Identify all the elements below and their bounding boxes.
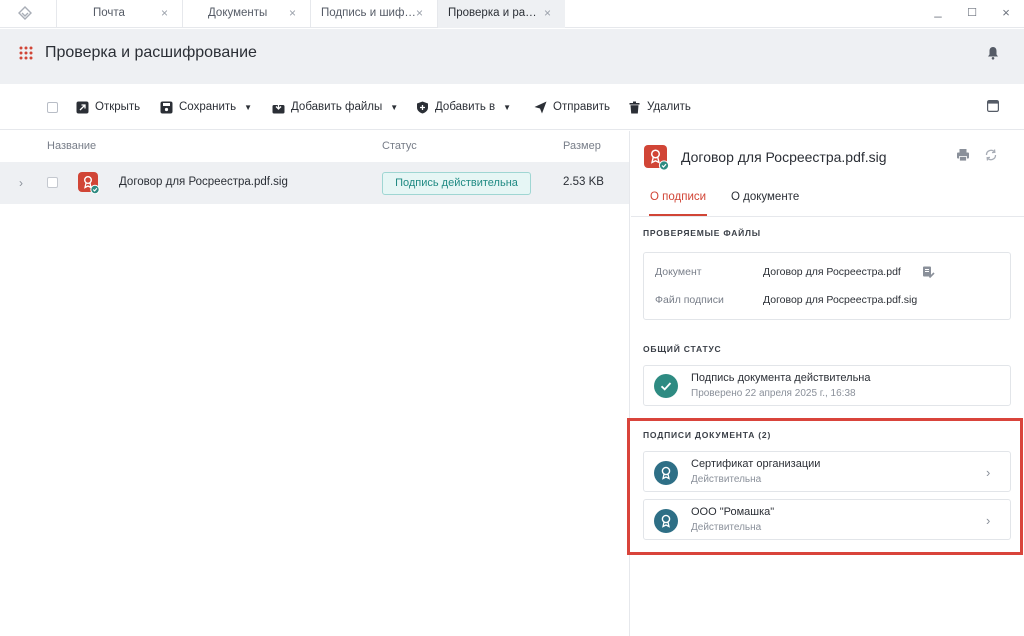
open-button[interactable]: Открыть <box>76 99 140 115</box>
column-header-size[interactable]: Размер <box>563 140 601 152</box>
add-to-icon <box>417 101 428 113</box>
document-label: Документ <box>655 266 702 278</box>
signature-name: ООО "Ромашка" <box>691 506 775 518</box>
save-label: Сохранить <box>179 101 237 113</box>
section-heading-signatures: ПОДПИСИ ДОКУМЕНТА (2) <box>643 430 772 440</box>
details-panel: Договор для Росреестра.pdf.sig О подписи… <box>631 131 1024 636</box>
signature-name: Сертификат организации <box>691 458 821 470</box>
tab-sign-encrypt[interactable]: Подпись и шиф… × <box>310 0 437 28</box>
send-label: Отправить <box>553 101 611 113</box>
chevron-down-icon: ▼ <box>390 102 399 112</box>
column-header-status[interactable]: Статус <box>382 140 417 152</box>
signed-file-icon <box>644 145 670 171</box>
toolbar: Открыть Сохранить ▼ Добавить файлы ▼ Доб… <box>0 84 1024 130</box>
apps-grid-icon[interactable] <box>19 46 33 60</box>
tab-label: Документы <box>208 7 268 19</box>
delete-label: Удалить <box>647 101 691 113</box>
row-checkbox[interactable] <box>47 177 58 188</box>
send-icon <box>534 101 547 113</box>
files-card: Документ Договор для Росреестра.pdf Файл… <box>643 252 1011 320</box>
add-to-button[interactable]: Добавить в ▼ <box>416 99 511 115</box>
tab-label: Почта <box>93 7 125 19</box>
signature-file-value: Договор для Росреестра.pdf.sig <box>763 294 918 306</box>
add-to-label: Добавить в <box>435 101 496 113</box>
file-size: 2.53 KB <box>563 176 604 188</box>
tab-about-signature[interactable]: О подписи <box>650 191 706 203</box>
close-window-button[interactable]: × <box>996 4 1016 22</box>
divider <box>631 216 1024 217</box>
certificate-icon <box>654 509 678 533</box>
send-button[interactable]: Отправить <box>534 99 610 115</box>
trash-icon <box>629 101 640 113</box>
save-icon <box>160 101 173 113</box>
chevron-down-icon: ▼ <box>503 102 512 112</box>
tab-label: Подпись и шиф… <box>321 7 416 19</box>
add-files-label: Добавить файлы <box>291 101 383 113</box>
close-icon[interactable]: × <box>289 6 296 20</box>
status-main-text: Подпись документа действительна <box>691 372 871 384</box>
add-files-icon <box>272 101 285 113</box>
page-title: Проверка и расшифрование <box>45 44 257 61</box>
check-circle-icon <box>654 374 678 398</box>
close-icon[interactable]: × <box>161 6 168 20</box>
signed-file-icon <box>78 172 100 194</box>
status-card: Подпись документа действительна Проверен… <box>643 365 1011 406</box>
chevron-right-icon: › <box>986 513 991 528</box>
select-all-checkbox[interactable] <box>47 102 58 113</box>
print-icon[interactable] <box>956 148 970 162</box>
status-timestamp: Проверено 22 апреля 2025 г., 16:38 <box>691 388 856 399</box>
minimize-button[interactable]: _ <box>928 2 948 20</box>
maximize-button[interactable]: ☐ <box>962 4 982 22</box>
table-row[interactable]: › Договор для Росреестра.pdf.sig Подпись… <box>0 162 629 204</box>
file-name: Договор для Росреестра.pdf.sig <box>119 176 288 188</box>
open-icon <box>76 101 89 113</box>
file-list: Название Статус Размер › Договор для Рос… <box>0 131 630 636</box>
tab-mail[interactable]: Почта × <box>56 0 182 28</box>
close-icon[interactable]: × <box>544 6 551 20</box>
certificate-icon <box>654 461 678 485</box>
tab-about-document[interactable]: О документе <box>731 191 799 203</box>
panel-title: Договор для Росреестра.pdf.sig <box>681 149 887 165</box>
add-files-button[interactable]: Добавить файлы ▼ <box>272 99 398 115</box>
delete-button[interactable]: Удалить <box>628 99 691 115</box>
refresh-icon[interactable] <box>984 148 998 162</box>
section-heading-files: ПРОВЕРЯЕМЫЕ ФАЙЛЫ <box>643 228 761 238</box>
chevron-right-icon: › <box>986 465 991 480</box>
save-button[interactable]: Сохранить ▼ <box>160 99 252 115</box>
document-edit-icon[interactable] <box>922 266 935 279</box>
signature-status: Действительна <box>691 522 762 533</box>
panel-toggle-icon[interactable] <box>987 100 999 112</box>
bell-icon[interactable] <box>985 45 1001 61</box>
document-value: Договор для Росреестра.pdf <box>763 266 901 278</box>
signature-status: Действительна <box>691 474 762 485</box>
signature-list-item[interactable]: ООО "Ромашка" Действительна › <box>643 499 1011 540</box>
close-icon[interactable]: × <box>416 6 423 20</box>
app-logo-icon <box>18 6 32 20</box>
column-header-name[interactable]: Название <box>47 140 96 152</box>
chevron-right-icon[interactable]: › <box>19 176 23 190</box>
page-header: Проверка и расшифрование <box>0 29 1024 84</box>
status-badge: Подпись действительна <box>382 172 531 195</box>
open-label: Открыть <box>95 101 141 113</box>
signature-list-item[interactable]: Сертификат организации Действительна › <box>643 451 1011 492</box>
tab-label: Проверка и ра… <box>448 7 537 19</box>
section-heading-status: ОБЩИЙ СТАТУС <box>643 344 722 354</box>
tab-bar: Почта × Документы × Подпись и шиф… × Про… <box>0 0 1024 28</box>
signature-file-label: Файл подписи <box>655 294 724 306</box>
chevron-down-icon: ▼ <box>244 102 253 112</box>
tab-documents[interactable]: Документы × <box>182 0 310 28</box>
tab-verify-decrypt[interactable]: Проверка и ра… × <box>437 0 565 28</box>
